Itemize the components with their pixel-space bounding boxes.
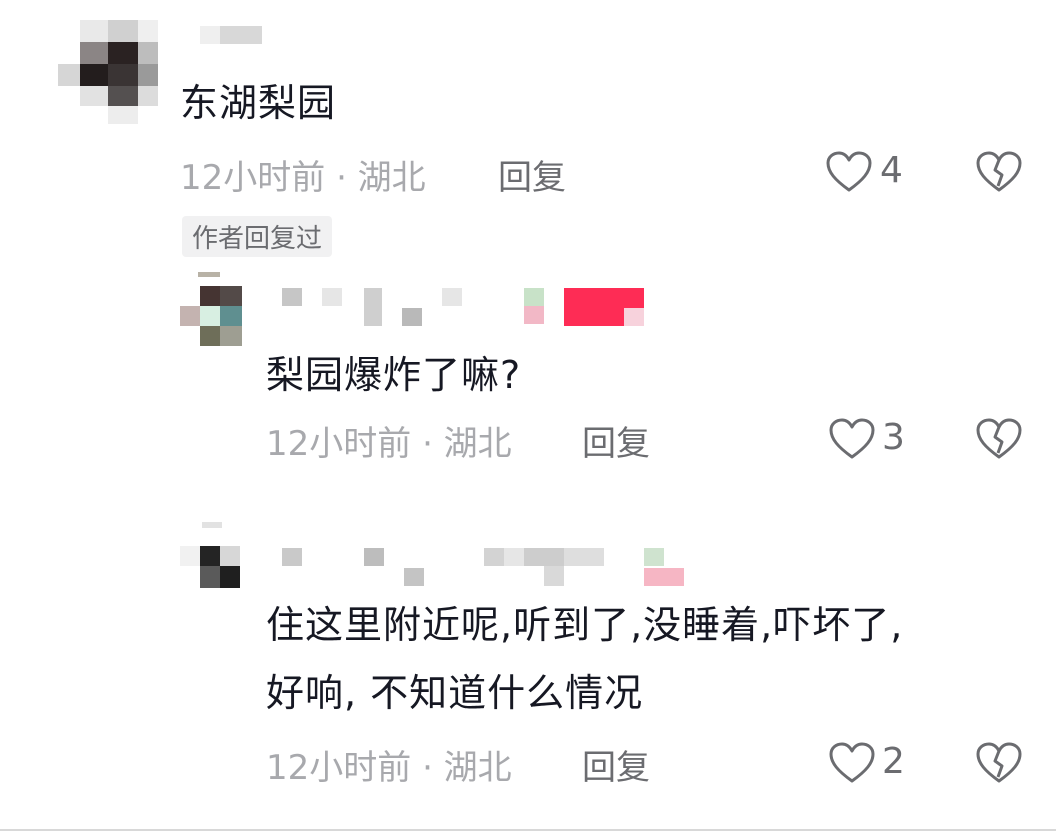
like-count: 4 xyxy=(880,150,903,191)
comment-text: 梨园爆炸了嘛? xyxy=(266,353,522,397)
avatar[interactable] xyxy=(180,272,245,347)
broken-heart-icon[interactable] xyxy=(975,150,1023,194)
username[interactable] xyxy=(282,546,692,586)
comment-meta: 12小时前 · 湖北 xyxy=(266,424,512,464)
comment-meta: 12小时前 · 湖北 xyxy=(266,748,512,788)
author-replied-tag: 作者回复过 xyxy=(182,216,333,257)
divider xyxy=(0,829,1056,831)
comment-meta: 12小时前 · 湖北 xyxy=(180,158,426,198)
comment-text-line2: 好响, 不知道什么情况 xyxy=(266,671,644,715)
username[interactable] xyxy=(282,284,662,326)
heart-outline-icon[interactable] xyxy=(828,417,876,461)
reply-button[interactable]: 回复 xyxy=(498,150,566,199)
heart-outline-icon[interactable] xyxy=(825,150,873,194)
heart-outline-icon[interactable] xyxy=(828,741,876,785)
broken-heart-icon[interactable] xyxy=(975,741,1023,785)
reply-button[interactable]: 回复 xyxy=(582,740,650,789)
avatar[interactable] xyxy=(180,522,245,590)
broken-heart-icon[interactable] xyxy=(975,417,1023,461)
like-count: 2 xyxy=(882,741,905,782)
avatar[interactable] xyxy=(50,20,165,125)
username[interactable] xyxy=(200,26,262,44)
like-count: 3 xyxy=(882,417,905,458)
comment-text: 东湖梨园 xyxy=(180,81,337,125)
reply-button[interactable]: 回复 xyxy=(582,416,650,465)
comment-text-line1: 住这里附近呢,听到了,没睡着,吓坏了, xyxy=(266,603,904,647)
